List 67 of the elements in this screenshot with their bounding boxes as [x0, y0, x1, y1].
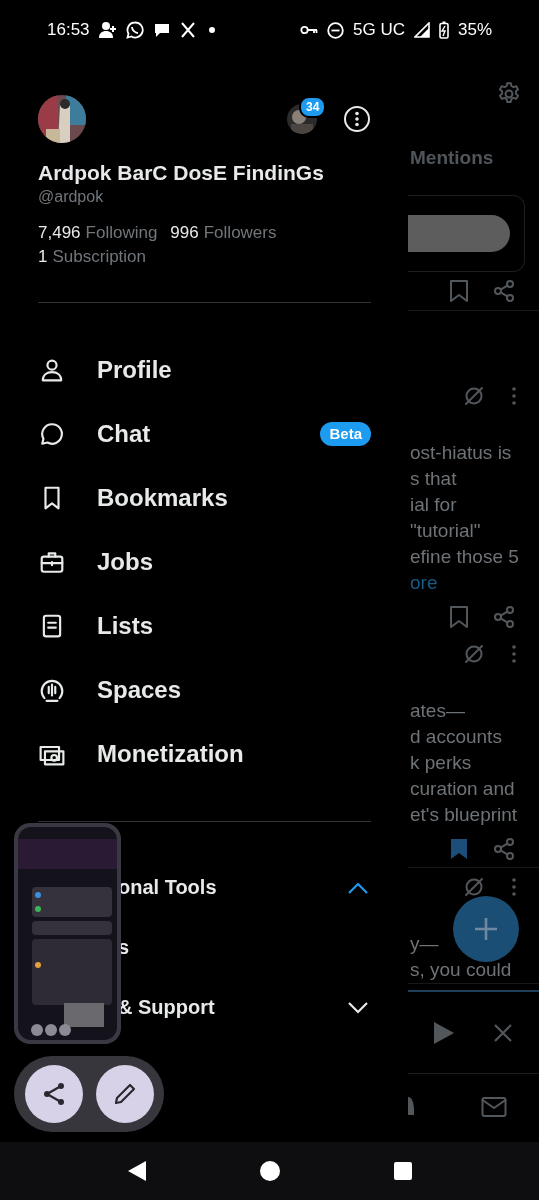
- close-icon[interactable]: [493, 1022, 513, 1043]
- battery-icon: [438, 21, 449, 39]
- mail-icon[interactable]: [481, 1096, 507, 1118]
- display-name: Ardpok BarC DosE FindinGs: [38, 160, 325, 186]
- post-text-line: y—: [410, 932, 440, 956]
- stat-count[interactable]: 1: [38, 245, 48, 269]
- post-text-line: et's blueprint: [410, 803, 519, 827]
- chat-bubble-icon: [125, 21, 144, 39]
- back-icon[interactable]: [126, 1160, 147, 1182]
- slashed-circle-icon[interactable]: [463, 385, 485, 407]
- menu-item[interactable]: Lists: [97, 608, 153, 644]
- stat-label[interactable]: Following: [85, 221, 158, 245]
- briefcase-icon: [39, 549, 65, 575]
- stat-count[interactable]: 7,496: [38, 221, 81, 245]
- menu-item[interactable]: Spaces: [97, 672, 182, 708]
- message-icon: [152, 22, 171, 38]
- person-icon: [39, 357, 65, 383]
- menu-item[interactable]: Monetization: [97, 736, 244, 772]
- plus-icon: [473, 916, 499, 942]
- share-button[interactable]: [25, 1065, 83, 1123]
- network-label: 5G UC: [353, 19, 405, 42]
- post-text-line: d accounts: [410, 725, 503, 749]
- share-icon[interactable]: [493, 838, 515, 860]
- battery-level: 35%: [457, 19, 492, 42]
- microphone-icon: [39, 677, 65, 703]
- clock-time: 16:53: [47, 19, 90, 42]
- recents-icon[interactable]: [392, 1161, 413, 1181]
- post-text-line: "tutorial": [410, 519, 482, 543]
- home-icon[interactable]: [258, 1160, 281, 1182]
- signal-icon: [413, 22, 430, 38]
- share-icon: [41, 1081, 67, 1107]
- post-text-line: ates—: [410, 699, 466, 723]
- do-not-disturb-icon: [327, 21, 344, 39]
- edit-button[interactable]: [96, 1065, 154, 1123]
- menu-item[interactable]: Profile: [97, 352, 172, 388]
- stat-label[interactable]: Followers: [203, 221, 277, 245]
- more-icon[interactable]: [343, 105, 371, 133]
- slashed-circle-icon[interactable]: [463, 876, 485, 898]
- bookmark-icon[interactable]: [449, 280, 469, 302]
- menu-item[interactable]: Bookmarks: [97, 480, 228, 516]
- beta-badge: Beta: [320, 422, 371, 446]
- slashed-circle-icon[interactable]: [463, 643, 485, 665]
- post-text-line: ost-hiatus is: [410, 441, 513, 465]
- count-badge: 34: [299, 96, 327, 118]
- bookmark-icon[interactable]: [449, 606, 469, 628]
- bookmark-icon[interactable]: [449, 838, 469, 860]
- key-icon: [300, 24, 318, 36]
- chevron-down-icon[interactable]: [347, 1000, 369, 1015]
- post-text-line: s that: [410, 467, 458, 491]
- post-text-line: ial for: [410, 493, 458, 517]
- post-text-line: s, you could: [410, 958, 513, 982]
- post-text-line: curation and: [410, 777, 516, 801]
- post-text-line: efine those 5: [410, 545, 520, 569]
- post-text-line: k perks: [410, 751, 473, 775]
- stat-count[interactable]: 996: [170, 221, 199, 245]
- stat-label[interactable]: Subscription: [52, 245, 147, 269]
- chevron-up-icon[interactable]: [347, 880, 369, 895]
- cross-icon: [179, 22, 196, 38]
- menu-item[interactable]: Chat: [97, 416, 151, 452]
- user-handle: @ardpok: [38, 187, 105, 207]
- person-add-icon: [98, 21, 117, 39]
- play-icon[interactable]: [433, 1020, 455, 1045]
- share-icon[interactable]: [493, 606, 515, 628]
- share-icon[interactable]: [493, 280, 515, 302]
- pencil-icon: [112, 1081, 138, 1107]
- chat-bubble-icon: [39, 421, 65, 447]
- menu-item[interactable]: Jobs: [97, 544, 153, 580]
